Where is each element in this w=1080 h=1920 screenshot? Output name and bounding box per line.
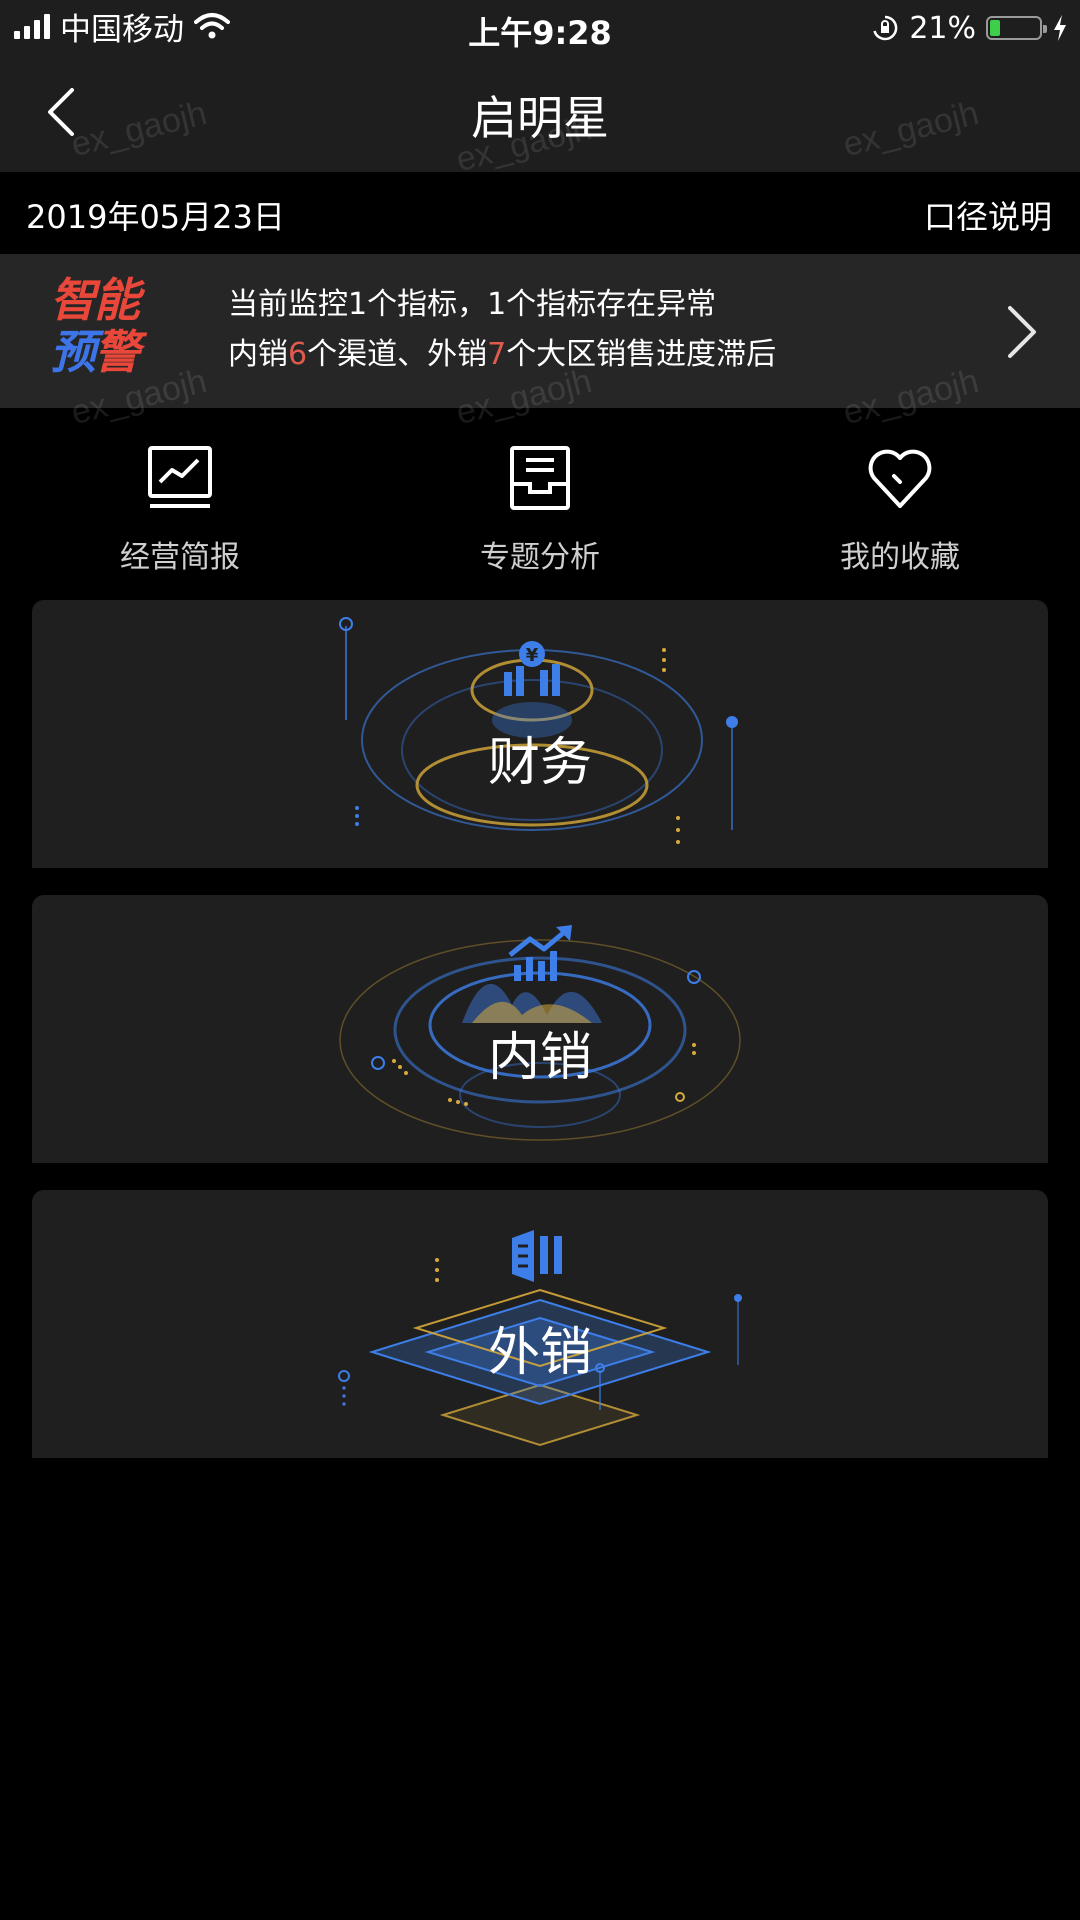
svg-text:¥: ¥: [526, 645, 539, 666]
entry-my-favorites[interactable]: 我的收藏: [720, 408, 1080, 588]
module-card-finance[interactable]: ¥ 财务: [32, 600, 1048, 868]
entry-topic-analysis[interactable]: 专题分析: [360, 408, 720, 588]
module-card-export-sales[interactable]: 外销: [32, 1190, 1048, 1458]
battery-icon: [986, 16, 1047, 40]
inbox-icon: [510, 446, 570, 510]
entry-label: 我的收藏: [840, 540, 960, 575]
smart-alert-logo: 智能 预警: [50, 274, 170, 384]
module-title: 外销: [487, 1323, 592, 1383]
entry-business-briefing[interactable]: 经营简报: [0, 408, 360, 588]
rotation-lock-icon: [873, 15, 898, 41]
line-chart-icon: [148, 446, 212, 508]
entry-label: 专题分析: [480, 540, 600, 575]
logo-line1: 智能: [50, 273, 140, 327]
quick-entries: 经营简报 专题分析 我的收藏: [0, 408, 1080, 588]
module-card-domestic-sales[interactable]: 内销: [32, 895, 1048, 1163]
battery-percent: 21%: [909, 10, 976, 46]
charging-icon: [1054, 15, 1066, 41]
status-right: 21%: [871, 8, 1068, 48]
alert-message: 当前监控1个指标，1个指标存在异常 内销6个渠道、外销7个大区销售进度滞后: [228, 280, 776, 380]
module-title: 财务: [487, 733, 592, 793]
alert-line1: 当前监控1个指标，1个指标存在异常: [228, 287, 717, 322]
module-title: 内销: [487, 1028, 592, 1088]
alert-line2: 内销6个渠道、外销7个大区销售进度滞后: [228, 337, 777, 372]
entry-label: 经营简报: [120, 540, 240, 575]
date-row: 2019年05月23日 口径说明: [0, 172, 1080, 254]
report-date[interactable]: 2019年05月23日: [26, 192, 285, 238]
chevron-right-icon[interactable]: [992, 302, 1048, 362]
caliber-explanation-link[interactable]: 口径说明: [924, 192, 1052, 238]
heart-icon: [868, 449, 932, 508]
page-title: 启明星: [471, 91, 609, 145]
nav-bar: 启明星: [0, 52, 1080, 172]
smart-alert-banner[interactable]: 智能 预警 当前监控1个指标，1个指标存在异常 内销6个渠道、外销7个大区销售进…: [0, 254, 1080, 408]
battery-level: [990, 20, 1000, 36]
ship-bar-chart-icon: [512, 1230, 562, 1282]
status-bar: 中国移动 上午9:28 21%: [0, 0, 1080, 52]
yuan-bar-chart-icon: ¥: [504, 641, 560, 696]
logo-line2: 预警: [50, 325, 140, 379]
